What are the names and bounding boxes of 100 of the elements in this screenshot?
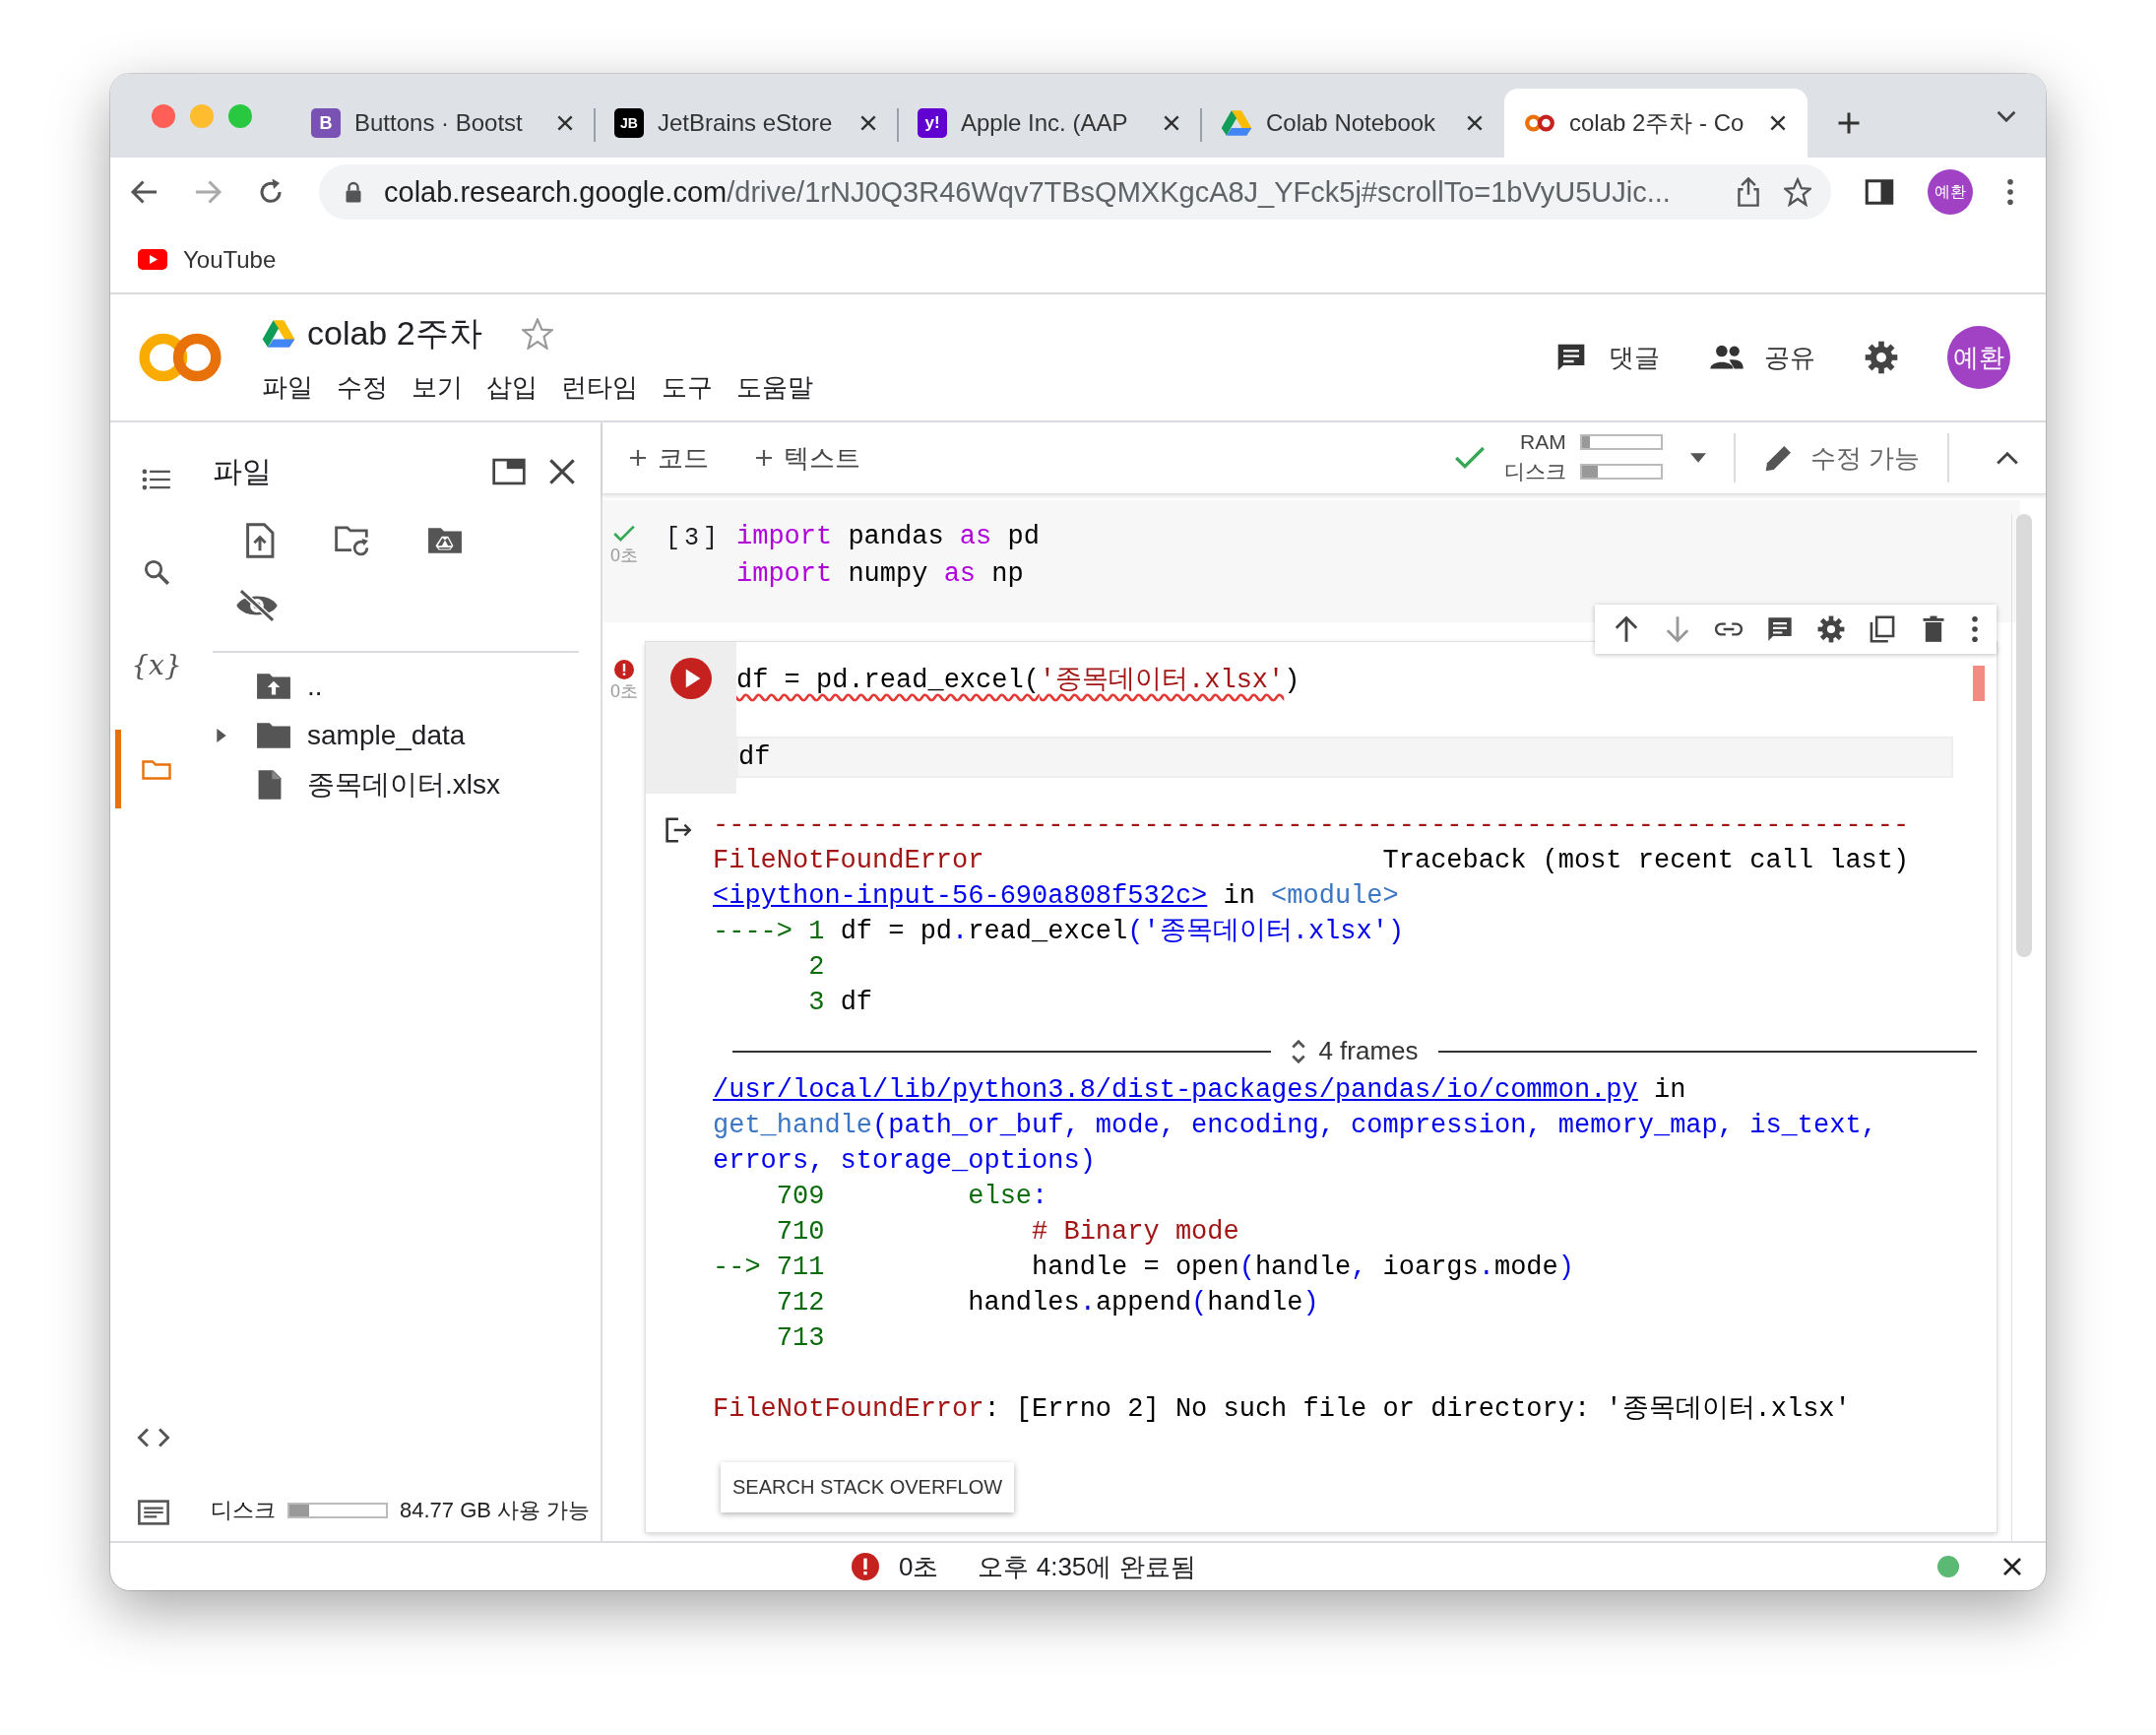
traceback-line: ----> 1 df = pd.read_excel('종목데이터.xlsx')	[713, 916, 1406, 948]
plus-icon	[630, 450, 646, 466]
expand-frames-button[interactable]: 4 frames	[1291, 1036, 1419, 1066]
run-cell-button[interactable]	[670, 658, 712, 699]
file-tree-item[interactable]: sample_data	[213, 714, 579, 757]
collapse-icon[interactable]	[1997, 451, 2018, 465]
menu-item[interactable]: 보기	[412, 369, 463, 405]
traceback-line: 3 df	[807, 987, 874, 1019]
disk-label: 디스크	[211, 1497, 276, 1524]
browser-tab[interactable]: colab 2주차 - Co	[1504, 89, 1807, 158]
expand-caret-icon[interactable]	[217, 729, 226, 742]
browser-tab[interactable]: JB JetBrains eStore	[595, 89, 898, 158]
browser-tab[interactable]: B Buttons · Bootst	[291, 89, 595, 158]
code-line: import pandas as pd	[736, 521, 1041, 553]
tab-title: colab 2주차 - Co	[1569, 108, 1745, 138]
bookmark-link[interactable]: YouTube	[138, 245, 277, 274]
star-icon[interactable]	[521, 317, 553, 350]
traceback-line: /usr/local/lib/python3.8/dist-packages/pandas/io/common.py in	[713, 1074, 1687, 1107]
search-stack-overflow-button[interactable]: SEARCH STACK OVERFLOW	[721, 1462, 1015, 1512]
browser-tab[interactable]: y! Apple Inc. (AAP	[898, 89, 1201, 158]
menu-item[interactable]: 삽입	[486, 369, 538, 405]
dropdown-caret-icon[interactable]	[1689, 453, 1706, 463]
site-icon: B	[311, 108, 341, 138]
star-icon[interactable]	[1784, 177, 1811, 207]
traceback-line: --> 711 handle = open(handle, ioargs.mode)	[713, 1252, 1575, 1284]
status-time: 0초	[899, 1550, 939, 1583]
status-message: 오후 4:35에 완료됨	[978, 1550, 1196, 1583]
close-tab-icon[interactable]	[1164, 115, 1179, 131]
code-line: df = pd.read_excel('종목데이터.xlsx')	[736, 665, 1301, 697]
folder-up-icon	[256, 673, 291, 700]
menu-item[interactable]: 도움말	[736, 369, 813, 405]
execution-time: 0초	[610, 680, 638, 703]
menu-item[interactable]: 도구	[662, 369, 713, 405]
file-icon	[256, 769, 284, 801]
tab-title: Colab Notebook	[1266, 109, 1437, 137]
edit-mode-button[interactable]: 수정 가능	[1762, 440, 1920, 476]
eye-off-icon[interactable]	[234, 588, 280, 623]
code-line: import numpy as np	[736, 558, 1025, 591]
file-tree-item[interactable]: 종목데이터.xlsx	[213, 763, 579, 806]
address-bar[interactable]: colab.research.google.com/drive/1rNJ0Q3R46Wqv7TBsQMXKgcA8J_YFck5j#scrollTo=1bVyU5UJic...	[319, 164, 1831, 220]
traceback-line: 713	[775, 1322, 826, 1355]
close-tab-icon[interactable]	[557, 115, 573, 131]
terminal-icon[interactable]	[137, 1500, 170, 1525]
site-icon: JB	[614, 108, 644, 138]
notebook-title[interactable]: colab 2주차	[307, 310, 482, 356]
expand-icon	[1291, 1037, 1307, 1065]
chevron-down-icon[interactable]	[1997, 108, 2016, 123]
traceback-line: 710 # Binary mode	[775, 1216, 1240, 1249]
add-cell-button[interactable]: 텍스트	[756, 440, 860, 476]
refresh-folder-icon[interactable]	[335, 523, 370, 558]
browser-tab[interactable]: Colab Notebook	[1201, 89, 1504, 158]
header-action-button[interactable]: 댓글	[1554, 340, 1660, 375]
traceback-line: <ipython-input-56-690a808f532c> in <module>	[713, 880, 1400, 913]
lock-icon	[345, 181, 362, 203]
list-icon	[142, 467, 171, 492]
sidebar-tab[interactable]: {x}	[115, 637, 192, 692]
url-text: colab.research.google.com/drive/1rNJ0Q3R46Wqv7TBsQMXKgcA8J_YFck5j#scrollTo=1bVyU5UJic...	[384, 175, 1672, 209]
comment-icon[interactable]	[1766, 615, 1794, 643]
traceback-link[interactable]: /usr/local/lib/python3.8/dist-packages/pandas/io/common.py	[713, 1075, 1638, 1105]
traceback-line: ---------------------------------------------------------------------------	[713, 809, 1911, 842]
traceback-line: FileNotFoundError Traceback (most recent call last)	[713, 845, 1911, 877]
play-logo-icon	[138, 249, 167, 270]
error-marker	[1973, 666, 1985, 701]
panel-title: 파일	[213, 453, 273, 489]
side-panel-icon[interactable]	[1865, 177, 1894, 207]
traceback-line: 712 handles.append(handle)	[775, 1287, 1320, 1319]
drive-icon	[1221, 109, 1252, 137]
add-cell-button[interactable]: 코드	[630, 440, 709, 476]
user-avatar[interactable]: 예환	[1947, 326, 2010, 389]
file-tree-item[interactable]: ..	[213, 665, 579, 708]
more-icon[interactable]	[1971, 615, 1979, 643]
menu-item[interactable]: 런타임	[561, 369, 638, 405]
folder-icon	[256, 722, 291, 749]
settings-icon[interactable]	[1865, 341, 1898, 374]
menu-item[interactable]: 파일	[262, 369, 313, 405]
drive-icon	[262, 318, 295, 349]
traceback-line: 2	[807, 951, 826, 984]
mirror-cell-icon[interactable]	[1869, 615, 1896, 643]
move-down-icon[interactable]	[1664, 615, 1691, 643]
share-icon[interactable]	[1735, 177, 1762, 207]
close-icon[interactable]	[2002, 1557, 2022, 1576]
close-tab-icon[interactable]	[860, 115, 876, 131]
disk-free-text: 84.77 GB 사용 가능	[400, 1497, 591, 1524]
traceback-link[interactable]: <ipython-input-56-690a808f532c>	[713, 881, 1208, 911]
close-tab-icon[interactable]	[1467, 115, 1483, 131]
search-icon	[142, 559, 171, 585]
execution-time: 0초	[610, 545, 638, 567]
tab-title: JetBrains eStore	[658, 109, 834, 137]
resources-indicator[interactable]: RAM 디스크	[1503, 430, 1663, 485]
traceback-line: FileNotFoundError: [Errno 2] No such file or directory: '종목데이터.xlsx'	[713, 1393, 1852, 1426]
close-tab-icon[interactable]	[1770, 115, 1786, 131]
header-action-button[interactable]: 공유	[1709, 340, 1815, 375]
move-up-icon[interactable]	[1613, 615, 1640, 643]
open-in-window-icon[interactable]	[492, 458, 526, 485]
new-tab-icon[interactable]	[1837, 111, 1861, 135]
output-icon[interactable]	[666, 817, 693, 843]
site-icon: y!	[918, 108, 947, 138]
menu-item[interactable]: 수정	[337, 369, 388, 405]
profile-avatar[interactable]: 예환	[1928, 169, 1973, 215]
more-icon[interactable]	[2006, 178, 2014, 206]
